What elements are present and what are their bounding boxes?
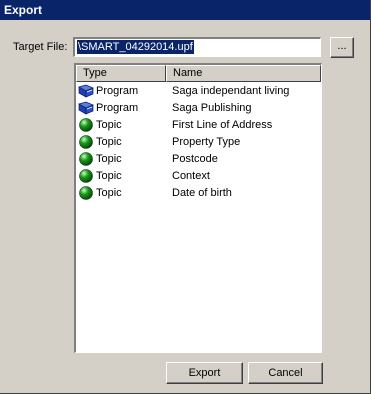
list-item-type-label: Topic xyxy=(96,169,122,182)
browse-button[interactable]: ... xyxy=(330,37,354,58)
topic-green-ball-icon xyxy=(79,151,93,166)
list-item[interactable]: Program Saga independant living xyxy=(76,82,321,99)
export-dialog: Export Target File: \SMART_04292014.upf … xyxy=(0,0,371,394)
export-items-list[interactable]: Type Name Program Saga independant living… xyxy=(74,63,322,353)
list-header: Type Name xyxy=(76,65,321,82)
list-item-type-label: Topic xyxy=(96,135,122,148)
list-item-type: Topic xyxy=(76,185,166,200)
list-item[interactable]: Topic First Line of Address xyxy=(76,116,321,133)
list-item-type-label: Topic xyxy=(96,152,122,165)
column-header-type[interactable]: Type xyxy=(76,65,166,82)
program-book-icon xyxy=(78,84,94,98)
topic-green-ball-icon xyxy=(79,117,93,132)
column-header-name[interactable]: Name xyxy=(166,65,321,82)
list-item-type: Topic xyxy=(76,117,166,132)
list-item-name: Saga Publishing xyxy=(172,101,252,114)
list-item-name: Postcode xyxy=(172,152,218,165)
cancel-button[interactable]: Cancel xyxy=(248,362,323,384)
list-item[interactable]: Topic Context xyxy=(76,167,321,184)
list-item-type-label: Program xyxy=(96,84,139,97)
list-item-type: Program xyxy=(76,101,166,115)
list-item-type: Program xyxy=(76,84,166,98)
list-item-name: Context xyxy=(172,169,210,182)
list-item[interactable]: Program Saga Publishing xyxy=(76,99,321,116)
list-item-type-label: Topic xyxy=(96,118,122,131)
list-rows: Program Saga independant living Program Sag… xyxy=(76,82,321,201)
topic-green-ball-icon xyxy=(79,185,93,200)
list-item[interactable]: Topic Property Type xyxy=(76,133,321,150)
target-file-value: \SMART_04292014.upf xyxy=(77,40,194,54)
topic-green-ball-icon xyxy=(79,134,93,149)
target-file-input[interactable]: \SMART_04292014.upf xyxy=(73,37,321,57)
list-item[interactable]: Topic Date of birth xyxy=(76,184,321,201)
export-button[interactable]: Export xyxy=(166,362,243,384)
topic-green-ball-icon xyxy=(79,168,93,183)
dialog-title: Export xyxy=(0,0,370,20)
list-item-type-label: Topic xyxy=(96,186,122,199)
list-item-type-label: Program xyxy=(96,101,139,114)
list-item-name: First Line of Address xyxy=(172,118,273,131)
list-item-type: Topic xyxy=(76,134,166,149)
program-book-icon xyxy=(78,101,94,115)
list-item-name: Date of birth xyxy=(172,186,232,199)
list-item-name: Property Type xyxy=(172,135,241,148)
list-item-name: Saga independant living xyxy=(172,84,290,97)
list-item[interactable]: Topic Postcode xyxy=(76,150,321,167)
list-item-type: Topic xyxy=(76,151,166,166)
target-file-label: Target File: xyxy=(13,41,68,53)
list-item-type: Topic xyxy=(76,168,166,183)
